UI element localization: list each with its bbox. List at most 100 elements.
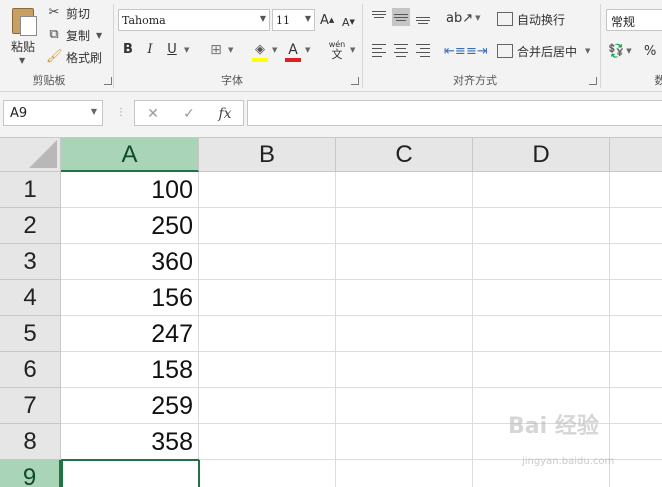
name-box[interactable]: A9 ▼ — [3, 100, 103, 126]
alignment-launcher-icon[interactable] — [589, 77, 597, 85]
row-header-8[interactable]: 8 — [0, 424, 61, 460]
cell-b5[interactable] — [199, 316, 336, 352]
align-top-icon[interactable] — [370, 8, 388, 26]
align-bottom-icon[interactable] — [414, 8, 432, 26]
underline-button[interactable]: U — [162, 40, 182, 60]
font-size-select[interactable]: 11 ▼ — [272, 9, 315, 31]
clipboard-launcher-icon[interactable] — [104, 77, 112, 85]
cell-c5[interactable] — [336, 316, 473, 352]
column-header-d[interactable]: D — [473, 138, 610, 172]
resize-handle-icon[interactable]: ⋮ — [116, 107, 126, 118]
accounting-format-button[interactable]: 💱 ▼ — [608, 41, 632, 61]
fill-color-button[interactable]: ◈ — [250, 40, 270, 60]
enter-icon[interactable]: ✓ — [177, 104, 201, 124]
cell-a1[interactable]: 100 — [61, 172, 199, 208]
paste-button[interactable]: 粘贴 ▼ — [6, 4, 40, 65]
cell-b3[interactable] — [199, 244, 336, 280]
percent-button[interactable]: % — [644, 41, 656, 61]
row-header-1[interactable]: 1 — [0, 172, 61, 208]
cell-b8[interactable] — [199, 424, 336, 460]
cell-c1[interactable] — [336, 172, 473, 208]
cell-e8[interactable] — [610, 424, 662, 460]
cell-e1[interactable] — [610, 172, 662, 208]
cell-c3[interactable] — [336, 244, 473, 280]
cell-a6[interactable]: 158 — [61, 352, 199, 388]
cell-d4[interactable] — [473, 280, 610, 316]
cell-b7[interactable] — [199, 388, 336, 424]
cell-b1[interactable] — [199, 172, 336, 208]
chevron-down-icon[interactable]: ▼ — [184, 46, 189, 54]
cell-a5[interactable]: 247 — [61, 316, 199, 352]
borders-button[interactable]: ⊞ — [206, 40, 226, 60]
format-painter-button[interactable]: 🖌 格式刷 — [46, 47, 102, 67]
chevron-down-icon[interactable]: ▼ — [272, 46, 277, 54]
align-left-icon[interactable] — [370, 41, 388, 59]
italic-button[interactable]: I — [140, 40, 160, 60]
phonetic-guide-button[interactable]: wén 文 — [326, 40, 348, 60]
row-header-3[interactable]: 3 — [0, 244, 61, 280]
column-header-e[interactable] — [610, 138, 662, 172]
cell-a7[interactable]: 259 — [61, 388, 199, 424]
merge-center-button[interactable]: 合并后居中 ▼ — [497, 41, 590, 61]
chevron-down-icon[interactable]: ▼ — [228, 46, 233, 54]
font-name-select[interactable]: Tahoma ▼ — [118, 9, 270, 31]
column-header-b[interactable]: B — [199, 138, 336, 172]
cell-a3[interactable]: 360 — [61, 244, 199, 280]
cell-b2[interactable] — [199, 208, 336, 244]
cell-c8[interactable] — [336, 424, 473, 460]
cell-a9-active[interactable] — [61, 459, 200, 487]
column-header-c[interactable]: C — [336, 138, 473, 172]
shrink-font-button[interactable]: A ▼ — [342, 12, 355, 32]
row-header-5[interactable]: 5 — [0, 316, 61, 352]
cancel-icon[interactable]: ✕ — [141, 104, 165, 124]
cell-d2[interactable] — [473, 208, 610, 244]
copy-button[interactable]: ⧉ 复制 ▼ — [46, 25, 102, 45]
cell-e6[interactable] — [610, 352, 662, 388]
row-header-9[interactable]: 9 — [0, 460, 61, 487]
chevron-down-icon[interactable]: ▼ — [350, 46, 355, 54]
column-header-a[interactable]: A — [61, 138, 199, 172]
decrease-indent-button[interactable]: ⇤≡ — [444, 41, 466, 61]
row-header-6[interactable]: 6 — [0, 352, 61, 388]
insert-function-icon[interactable]: fx — [213, 104, 237, 124]
increase-indent-button[interactable]: ≡⇥ — [466, 41, 488, 61]
cell-d1[interactable] — [473, 172, 610, 208]
cell-e4[interactable] — [610, 280, 662, 316]
cell-c7[interactable] — [336, 388, 473, 424]
chevron-down-icon[interactable]: ▼ — [96, 31, 102, 40]
cell-d5[interactable] — [473, 316, 610, 352]
row-header-4[interactable]: 4 — [0, 280, 61, 316]
number-format-select[interactable]: 常规 — [606, 9, 662, 31]
cell-a2[interactable]: 250 — [61, 208, 199, 244]
cell-d3[interactable] — [473, 244, 610, 280]
cell-a4[interactable]: 156 — [61, 280, 199, 316]
cell-c9[interactable] — [336, 460, 473, 487]
cut-button[interactable]: ✂ 剪切 — [46, 3, 90, 23]
chevron-down-icon[interactable]: ▼ — [305, 46, 310, 54]
formula-input[interactable] — [247, 100, 662, 126]
cell-b4[interactable] — [199, 280, 336, 316]
select-all-button[interactable] — [0, 138, 61, 172]
cell-b9[interactable] — [199, 460, 336, 487]
cell-c2[interactable] — [336, 208, 473, 244]
cell-e7[interactable] — [610, 388, 662, 424]
row-header-2[interactable]: 2 — [0, 208, 61, 244]
cell-e2[interactable] — [610, 208, 662, 244]
cell-c6[interactable] — [336, 352, 473, 388]
cell-d6[interactable] — [473, 352, 610, 388]
chevron-down-icon[interactable]: ▼ — [91, 107, 97, 116]
cell-a8[interactable]: 358 — [61, 424, 199, 460]
cell-e9[interactable] — [610, 460, 662, 487]
align-middle-icon[interactable] — [392, 8, 410, 26]
bold-button[interactable]: B — [118, 40, 138, 60]
chevron-down-icon[interactable]: ▼ — [19, 56, 25, 65]
align-center-icon[interactable] — [392, 41, 410, 59]
row-header-7[interactable]: 7 — [0, 388, 61, 424]
grow-font-button[interactable]: A ▲ — [320, 10, 334, 30]
cell-b6[interactable] — [199, 352, 336, 388]
align-right-icon[interactable] — [414, 41, 432, 59]
cell-c4[interactable] — [336, 280, 473, 316]
orientation-button[interactable]: ab↗ ▼ — [446, 8, 481, 28]
wrap-text-button[interactable]: 自动换行 — [497, 9, 565, 29]
font-launcher-icon[interactable] — [351, 77, 359, 85]
